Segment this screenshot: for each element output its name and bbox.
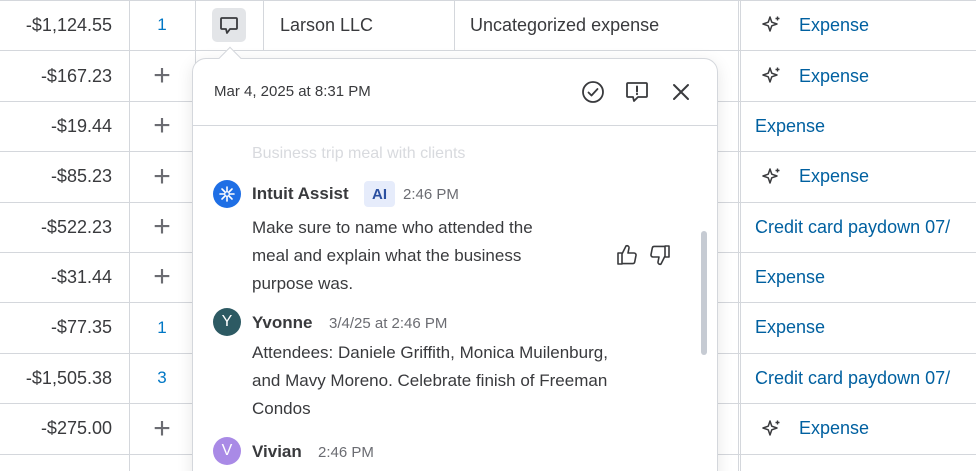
type-cell[interactable]: Expense bbox=[739, 51, 976, 101]
message-author: Vivian bbox=[252, 442, 302, 461]
ai-badge: AI bbox=[364, 181, 395, 207]
amount-cell: -$19.44 bbox=[50, 115, 112, 136]
type-link[interactable]: Expense bbox=[799, 418, 869, 439]
amount-cell: -$167.23 bbox=[40, 65, 112, 86]
type-link[interactable]: Expense bbox=[755, 267, 825, 288]
message-author: Yvonne bbox=[252, 313, 313, 332]
attachment-count-link[interactable]: 1 bbox=[129, 0, 195, 50]
plus-icon: + bbox=[153, 411, 171, 445]
popover-date: Mar 4, 2025 at 8:31 PM bbox=[214, 83, 371, 100]
sparkle-icon bbox=[762, 167, 780, 184]
add-attachment-button[interactable]: + bbox=[129, 51, 195, 101]
amount-cell: -$85.23 bbox=[50, 166, 112, 186]
type-cell[interactable]: Expense bbox=[739, 252, 976, 302]
popover-header: Mar 4, 2025 at 8:31 PM bbox=[193, 59, 717, 126]
type-link[interactable]: Expense bbox=[799, 15, 869, 36]
close-icon bbox=[673, 84, 689, 100]
thumbs-down-icon bbox=[650, 245, 670, 266]
message-line: meal and explain what the business bbox=[252, 246, 522, 265]
plus-icon: + bbox=[153, 59, 171, 92]
message-line: Attendees: Daniele Griffith, Monica Muil… bbox=[252, 343, 608, 362]
type-cell[interactable]: Expense bbox=[739, 151, 976, 202]
message-time: 3/4/25 at 2:46 PM bbox=[329, 315, 448, 332]
message-time: 2:46 PM bbox=[403, 186, 459, 203]
message-body: Attendees: Daniele Griffith, Monica Muil… bbox=[252, 339, 608, 423]
message-line: Make sure to name who attended the bbox=[252, 218, 533, 237]
message-line: Condos bbox=[252, 399, 311, 418]
amount-cell: -$1,124.55 bbox=[25, 14, 112, 35]
add-attachment-button[interactable]: + bbox=[129, 151, 195, 202]
message-line: and Mavy Moreno. Celebrate finish of Fre… bbox=[252, 371, 608, 390]
faded-message-text: Business trip meal with clients bbox=[252, 145, 466, 162]
scrollbar[interactable] bbox=[701, 231, 707, 355]
assist-avatar bbox=[213, 180, 241, 208]
comment-popover: Mar 4, 2025 at 8:31 PM Business trip mea… bbox=[192, 58, 718, 471]
type-cell[interactable]: Expense bbox=[739, 0, 976, 50]
attachment-count-link[interactable]: 3 bbox=[129, 353, 195, 403]
type-cell[interactable]: Expense bbox=[739, 101, 976, 151]
type-link[interactable]: Credit card paydown 07/ bbox=[755, 368, 950, 389]
type-cell[interactable]: Expense bbox=[739, 403, 976, 454]
plus-icon: + bbox=[153, 260, 171, 293]
type-cell[interactable]: Credit card paydown 07/ bbox=[739, 202, 976, 252]
message-author: Intuit Assist bbox=[252, 184, 349, 203]
sparkle-icon bbox=[762, 419, 780, 436]
message-time: 2:46 PM bbox=[318, 444, 374, 461]
avatar: V bbox=[213, 437, 241, 465]
payee-cell[interactable]: Larson LLC bbox=[280, 0, 373, 50]
type-link[interactable]: Expense bbox=[799, 66, 869, 87]
amount-cell: -$522.23 bbox=[40, 216, 112, 237]
comment-icon bbox=[220, 17, 238, 34]
amount-cell: -$1,505.38 bbox=[25, 367, 112, 388]
type-cell[interactable]: Expense bbox=[739, 302, 976, 353]
attachment-count-link[interactable]: 1 bbox=[129, 302, 195, 353]
category-cell[interactable]: Uncategorized expense bbox=[470, 0, 659, 50]
check-circle-icon bbox=[582, 81, 604, 103]
thumbs-up-icon bbox=[617, 244, 637, 265]
sparkle-icon bbox=[762, 67, 780, 83]
type-link[interactable]: Expense bbox=[799, 166, 869, 187]
type-link[interactable]: Credit card paydown 07/ bbox=[755, 217, 950, 238]
add-attachment-button[interactable]: + bbox=[129, 101, 195, 151]
add-attachment-button[interactable]: + bbox=[129, 252, 195, 302]
type-link[interactable]: Expense bbox=[755, 317, 825, 338]
table-row[interactable]: -$1,124.55 1 Larson LLC Uncategorized ex… bbox=[0, 0, 976, 50]
sparkle-icon bbox=[762, 16, 780, 32]
comment-alert-icon bbox=[626, 82, 648, 102]
type-cell[interactable]: Credit card paydown 07/ bbox=[739, 353, 976, 403]
amount-cell: -$275.00 bbox=[40, 418, 112, 438]
add-attachment-button[interactable]: + bbox=[129, 202, 195, 252]
type-link[interactable]: Expense bbox=[755, 116, 825, 137]
thumbs-up-button[interactable] bbox=[614, 242, 640, 268]
flag-comment-button[interactable] bbox=[623, 78, 651, 106]
assist-logo-icon bbox=[219, 186, 235, 202]
plus-icon: + bbox=[153, 210, 171, 243]
add-attachment-button[interactable]: + bbox=[129, 403, 195, 454]
resolve-button[interactable] bbox=[579, 78, 607, 106]
avatar: Y bbox=[213, 308, 241, 336]
message-body: Make sure to name who attended the meal … bbox=[252, 214, 533, 298]
plus-icon: + bbox=[153, 159, 171, 193]
plus-icon: + bbox=[153, 109, 171, 142]
close-button[interactable] bbox=[667, 78, 695, 106]
message-line: purpose was. bbox=[252, 274, 354, 293]
amount-cell: -$31.44 bbox=[50, 266, 112, 287]
thumbs-down-button[interactable] bbox=[647, 242, 673, 268]
comment-button[interactable] bbox=[212, 8, 246, 42]
amount-cell: -$77.35 bbox=[50, 317, 112, 337]
